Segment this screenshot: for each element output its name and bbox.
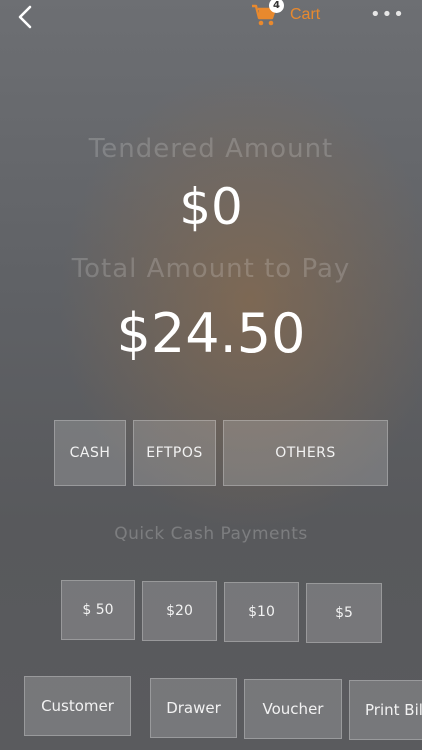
voucher-button[interactable]: Voucher xyxy=(244,679,342,739)
cart-button[interactable]: 4 Cart xyxy=(250,0,320,30)
top-bar xyxy=(0,0,422,34)
tendered-amount-value: $0 xyxy=(179,178,243,236)
chevron-left-icon xyxy=(18,5,32,29)
total-amount-label: Total Amount to Pay xyxy=(71,254,351,284)
quick-cash-title: Quick Cash Payments xyxy=(114,524,308,544)
customer-button[interactable]: Customer xyxy=(24,676,131,736)
back-button[interactable] xyxy=(14,4,38,30)
quick-cash-20-button[interactable]: $20 xyxy=(142,581,217,641)
drawer-button[interactable]: Drawer xyxy=(150,678,237,738)
cart-count-badge: 4 xyxy=(269,0,284,13)
more-options-icon[interactable]: ••• xyxy=(370,4,405,25)
tendered-amount-label: Tendered Amount xyxy=(88,134,334,164)
cash-button[interactable]: CASH xyxy=(54,420,126,486)
print-bill-button[interactable]: Print Bill xyxy=(349,680,422,740)
quick-cash-50-button[interactable]: $ 50 xyxy=(61,580,135,640)
total-amount-value: $24.50 xyxy=(116,302,306,365)
cart-label: Cart xyxy=(290,6,321,23)
quick-cash-5-button[interactable]: $5 xyxy=(306,583,382,643)
cart-icon: 4 xyxy=(250,0,284,28)
quick-cash-10-button[interactable]: $10 xyxy=(224,582,299,642)
eftpos-button[interactable]: EFTPOS xyxy=(133,420,216,486)
others-button[interactable]: OTHERS xyxy=(223,420,388,486)
